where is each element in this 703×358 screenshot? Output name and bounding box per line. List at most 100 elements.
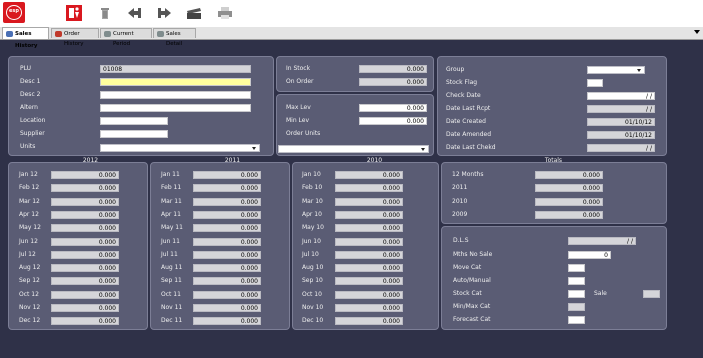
sale-field[interactable] <box>643 290 660 298</box>
month-value-field[interactable]: 0.000 <box>535 210 603 219</box>
sale-label: Sale <box>594 290 607 297</box>
month-value-field[interactable]: 0.000 <box>335 171 403 179</box>
month-value-field[interactable]: 0.000 <box>193 171 261 179</box>
stock-flag-field[interactable] <box>587 79 603 87</box>
on-order-field[interactable]: 0.000 <box>359 78 427 86</box>
month-value-field[interactable]: 0.000 <box>51 304 119 312</box>
dls-field[interactable]: / / <box>568 237 636 245</box>
month-value-field[interactable]: 0.000 <box>51 290 119 299</box>
date-amended-field[interactable]: 01/10/12 <box>587 131 655 139</box>
move-cat-field[interactable] <box>568 264 585 272</box>
mths-no-sale-field[interactable]: 0 <box>568 251 611 259</box>
tab-scroll-arrow-icon[interactable] <box>694 30 700 34</box>
previous-icon[interactable] <box>127 5 143 21</box>
month-value-field[interactable]: 0.000 <box>51 197 119 206</box>
clapper-icon[interactable] <box>186 5 202 21</box>
month-value-field[interactable]: 0.000 <box>335 317 403 326</box>
month-value-field[interactable]: 0.000 <box>193 317 261 326</box>
month-value-field[interactable]: 0.000 <box>193 304 261 312</box>
month-value-field[interactable]: 0.000 <box>193 277 261 286</box>
month-value-field[interactable]: 0.000 <box>51 250 119 259</box>
month-value-field[interactable]: 0.000 <box>335 304 403 312</box>
tab-label: Sales Detail <box>166 31 183 47</box>
month-value-field[interactable]: 0.000 <box>51 264 119 273</box>
month-value-field[interactable]: 0.000 <box>51 184 119 193</box>
location-field[interactable] <box>100 117 168 125</box>
month-value-field[interactable]: 0.000 <box>193 250 261 259</box>
month-value-field[interactable]: 0.000 <box>193 197 261 206</box>
in-stock-field[interactable]: 0.000 <box>359 65 427 73</box>
month-value-field[interactable]: 0.000 <box>535 197 603 206</box>
plu-field[interactable]: 01008 <box>100 65 251 73</box>
month-value-field[interactable]: 0.000 <box>193 184 261 193</box>
chevron-down-icon <box>637 69 641 72</box>
month-value-field[interactable]: 0.000 <box>335 197 403 206</box>
month-value-field[interactable]: 0.000 <box>193 210 261 219</box>
tab-sales-history[interactable]: Sales History <box>2 27 49 49</box>
date-created-field[interactable]: 01/10/12 <box>587 118 655 126</box>
month-value-field[interactable]: 0.000 <box>193 237 261 246</box>
month-value-field[interactable]: 0.000 <box>535 184 603 193</box>
month-value-field[interactable]: 0.000 <box>51 277 119 286</box>
date-last-rcpt-field[interactable]: / / <box>587 105 655 113</box>
min-max-cat-field[interactable] <box>568 303 585 311</box>
altern-field[interactable] <box>100 104 251 112</box>
tab-label: Current Period <box>113 31 134 47</box>
month-value-field[interactable]: 0.000 <box>335 210 403 219</box>
auto-manual-field[interactable] <box>568 277 585 285</box>
month-value-field[interactable]: 0.000 <box>335 277 403 286</box>
next-icon[interactable] <box>156 5 172 21</box>
tab-current-period[interactable]: Current Period <box>100 28 152 47</box>
month-value-field[interactable]: 0.000 <box>335 184 403 193</box>
date-last-rcpt-label: Date Last Rcpt <box>446 105 491 112</box>
exit-icon[interactable] <box>66 5 82 21</box>
altern-label: Altern <box>20 104 38 111</box>
check-date-field[interactable]: / / <box>587 92 655 100</box>
location-label: Location <box>20 117 46 124</box>
in-stock-label: In Stock <box>286 65 311 72</box>
month-value-field[interactable]: 0.000 <box>335 237 403 246</box>
max-lev-field[interactable]: 0.000 <box>359 104 427 112</box>
tab-order-history[interactable]: Order History <box>51 28 99 47</box>
units-dropdown[interactable] <box>100 144 260 152</box>
supplier-field[interactable] <box>100 130 168 138</box>
tab-sales-detail[interactable]: Sales Detail <box>153 28 196 47</box>
month-value-field[interactable]: 0.000 <box>51 237 119 246</box>
month-label: Jun 12 <box>19 237 38 245</box>
month-value-field[interactable]: 0.000 <box>193 290 261 299</box>
month-value-field[interactable]: 0.000 <box>335 290 403 299</box>
auto-manual-label: Auto/Manual <box>453 277 491 284</box>
month-label: Oct 12 <box>19 290 39 298</box>
month-label: May 11 <box>161 224 183 232</box>
month-value-field[interactable]: 0.000 <box>51 317 119 326</box>
month-value-field[interactable]: 0.000 <box>193 264 261 273</box>
min-lev-field[interactable]: 0.000 <box>359 117 427 125</box>
max-lev-label: Max Lev <box>286 104 311 111</box>
printer-icon[interactable] <box>217 5 233 21</box>
month-value-field[interactable]: 0.000 <box>51 224 119 233</box>
month-label: Jun 10 <box>302 237 321 245</box>
totals-panel: 12 Months 0.000 2011 0.000 2010 0.000 2009 0.00… <box>441 162 667 224</box>
stock-cat-field[interactable] <box>568 290 585 298</box>
min-max-cat-label: Min/Max Cat <box>453 303 491 310</box>
month-value-field[interactable]: 0.000 <box>335 250 403 259</box>
month-label: Feb 10 <box>302 184 323 192</box>
group-dropdown[interactable] <box>587 66 645 74</box>
month-value-field[interactable]: 0.000 <box>335 264 403 273</box>
desc2-field[interactable] <box>100 91 251 99</box>
forecast-cat-label: Forecast Cat <box>453 316 491 323</box>
date-last-chekd-field[interactable]: / / <box>587 144 655 152</box>
desc1-field[interactable] <box>100 78 251 86</box>
month-value-field[interactable]: 0.000 <box>51 171 119 179</box>
order-units-dropdown[interactable] <box>278 145 429 153</box>
desc1-label: Desc 1 <box>20 78 41 85</box>
month-value-field[interactable]: 0.000 <box>193 224 261 233</box>
chevron-down-icon <box>252 147 256 150</box>
month-value-field[interactable]: 0.000 <box>335 224 403 233</box>
month-value-field[interactable]: 0.000 <box>535 171 603 179</box>
month-label: Sep 11 <box>161 277 182 285</box>
forecast-cat-field[interactable] <box>568 316 585 324</box>
month-value-field[interactable]: 0.000 <box>51 210 119 219</box>
month-label: Jun 11 <box>161 237 180 245</box>
delete-icon[interactable] <box>97 5 113 21</box>
